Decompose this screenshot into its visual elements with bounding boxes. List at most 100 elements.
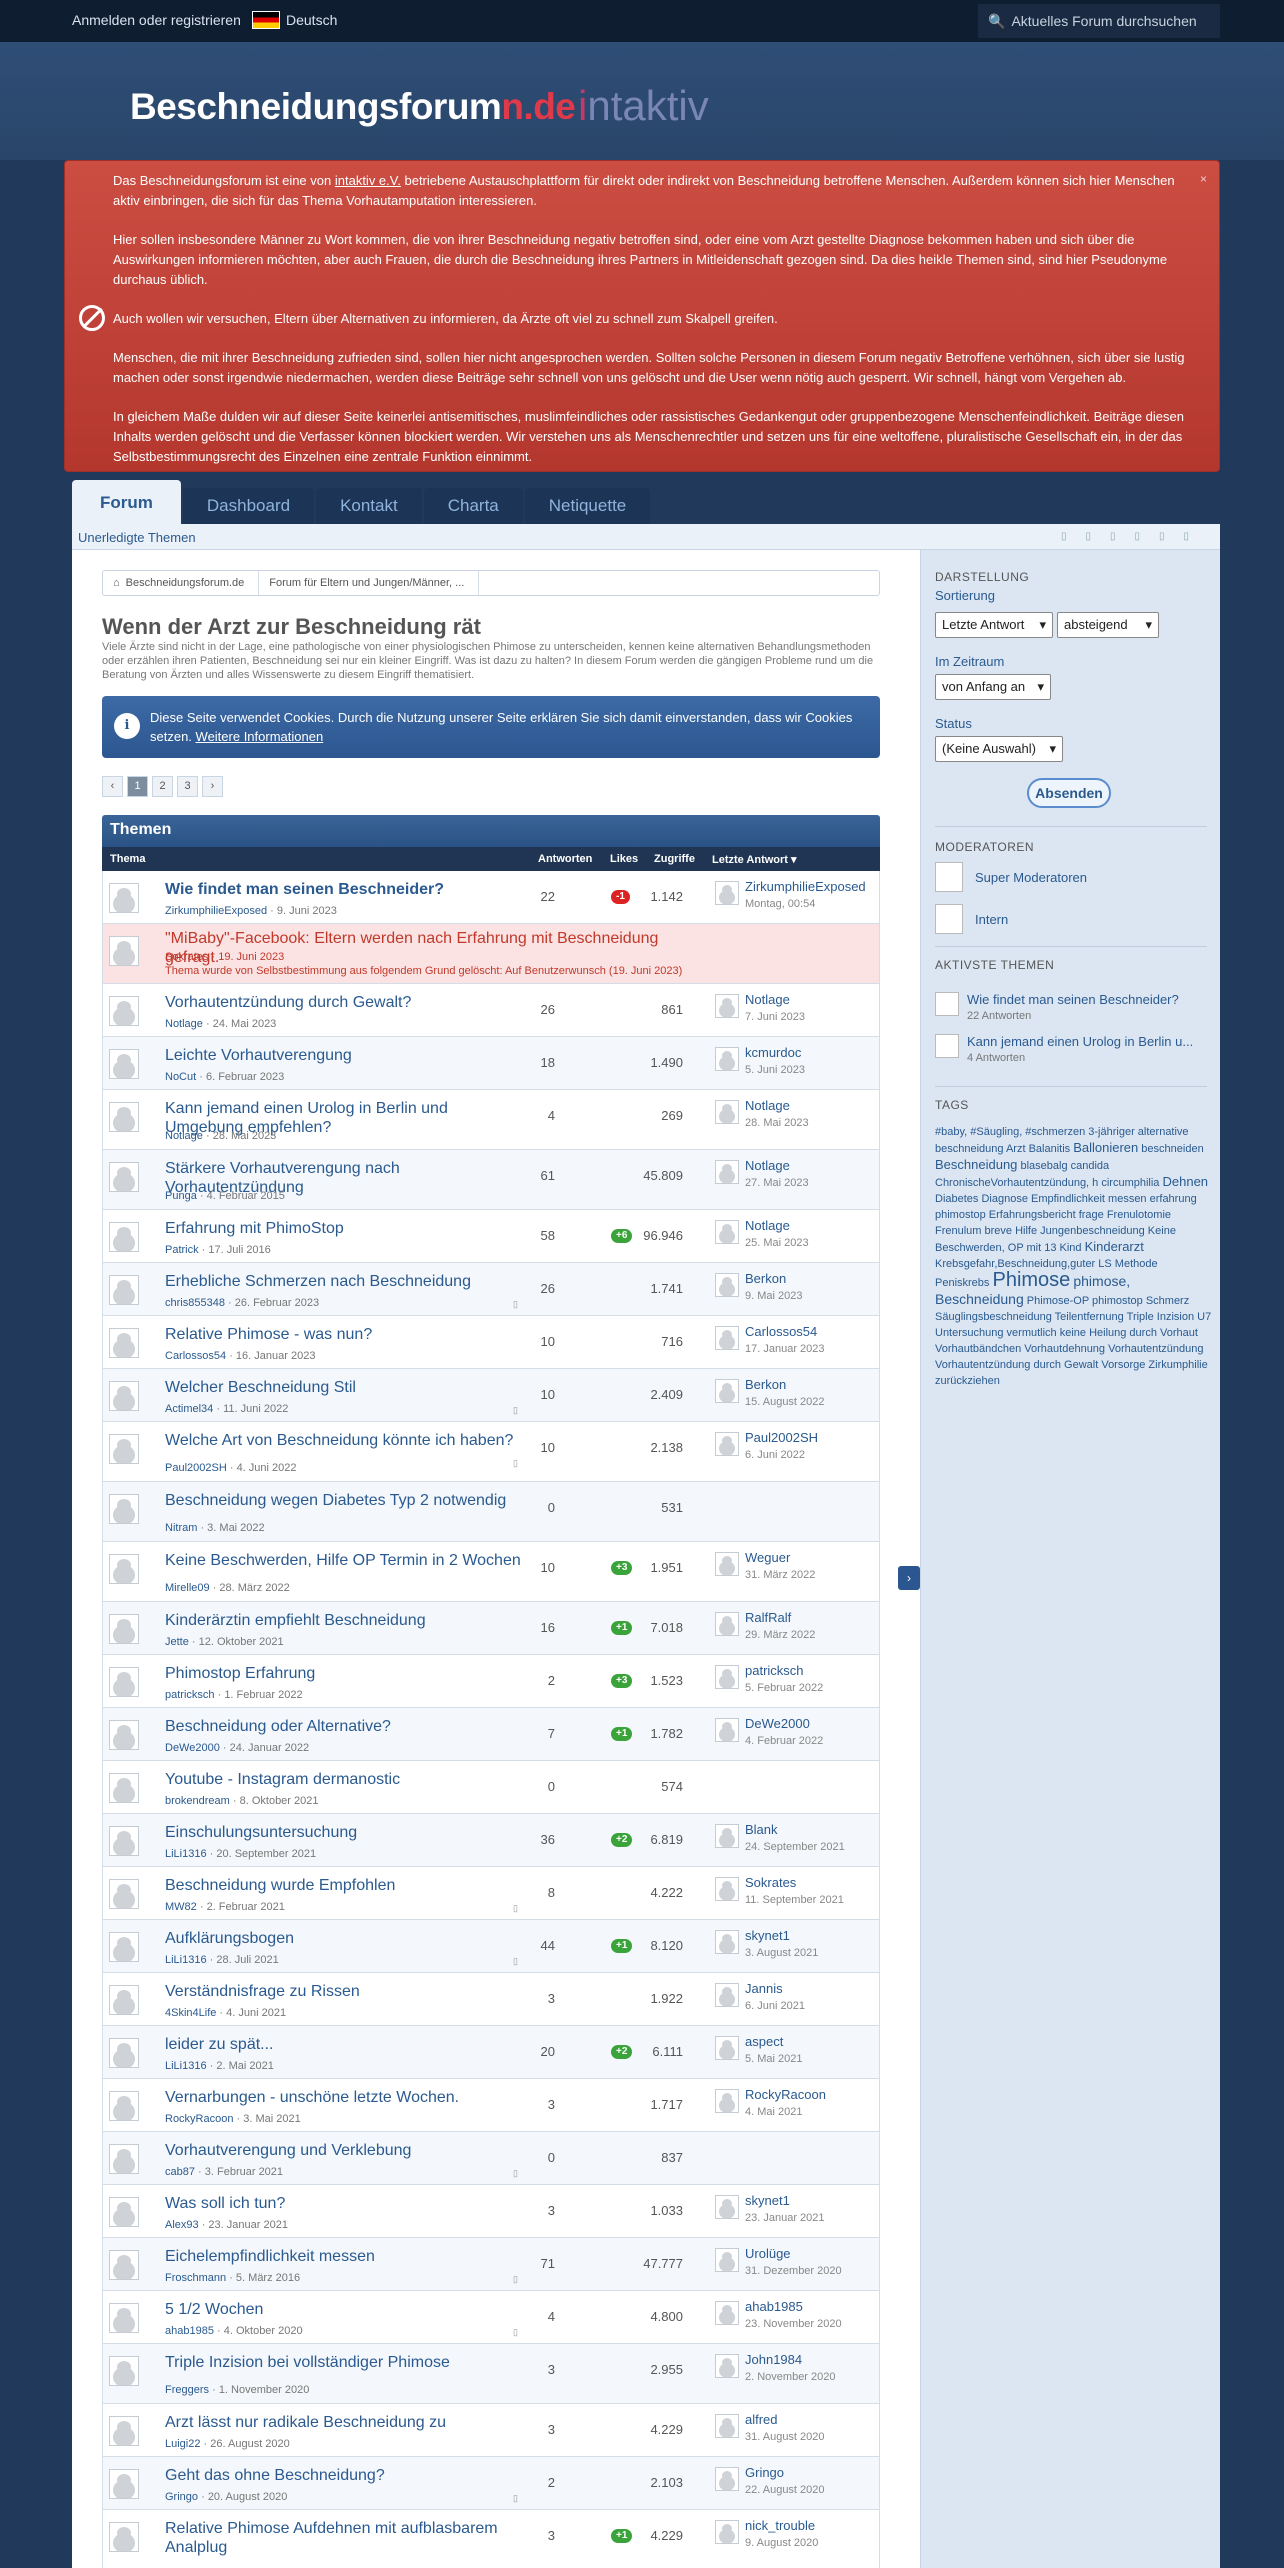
last-post-date[interactable]: 6. Juni 2022 xyxy=(745,1449,805,1461)
intaktiv-link[interactable]: intaktiv e.V. xyxy=(335,173,401,188)
last-poster[interactable]: alfred xyxy=(745,2412,778,2427)
table-row[interactable]: Vernarbungen - unschöne letzte Wochen. Ro… xyxy=(102,2079,880,2132)
avatar[interactable] xyxy=(715,1432,739,1456)
table-row[interactable]: Leichte Vorhautverengung NoCut · 6. Febru… xyxy=(102,1037,880,1090)
avatar[interactable] xyxy=(109,2091,139,2121)
last-poster[interactable]: aspect xyxy=(745,2034,783,2049)
thread-title[interactable]: Beschneidung wegen Diabetes Typ 2 notwen… xyxy=(165,1491,525,1510)
avatar[interactable] xyxy=(715,2089,739,2113)
avatar[interactable] xyxy=(109,1049,139,1079)
pages-icon[interactable]: ▯ xyxy=(513,2327,518,2338)
avatar[interactable] xyxy=(715,2414,739,2438)
page-2[interactable]: 2 xyxy=(152,776,173,797)
avatar[interactable] xyxy=(715,1326,739,1350)
tag-cloud[interactable]: #baby, #Säugling, #schmerzen 3-jähriger … xyxy=(935,1124,1213,1389)
thread-title[interactable]: Beschneidung wurde Empfohlen xyxy=(165,1876,525,1895)
avatar[interactable] xyxy=(109,1826,139,1856)
table-row[interactable]: Welche Art von Beschneidung könnte ich h… xyxy=(102,1422,880,1482)
table-row[interactable]: Wie findet man seinen Beschneider? Zirkum… xyxy=(102,871,880,924)
status-select[interactable]: (Keine Auswahl) xyxy=(935,736,1063,762)
thread-title[interactable]: Beschneidung oder Alternative? xyxy=(165,1717,525,1736)
avatar[interactable] xyxy=(715,1930,739,1954)
col-letzte-antwort[interactable]: Letzte Antwort ▾ xyxy=(712,853,797,866)
avatar[interactable] xyxy=(109,2250,139,2280)
tab-kontakt[interactable]: Kontakt xyxy=(316,488,422,524)
avatar[interactable] xyxy=(715,1273,739,1297)
thread-title[interactable]: Relative Phimose Aufdehnen mit aufblasba… xyxy=(165,2519,525,2557)
last-poster[interactable]: Notlage xyxy=(745,1218,790,1233)
table-row[interactable]: Phimostop Erfahrung patricksch · 1. Febru… xyxy=(102,1655,880,1708)
pages-icon[interactable]: ▯ xyxy=(513,1299,518,1310)
last-post-date[interactable]: 3. August 2021 xyxy=(745,1947,818,1959)
avatar[interactable] xyxy=(109,883,139,913)
last-poster[interactable]: Notlage xyxy=(745,1158,790,1173)
thread-title[interactable]: Aufklärungsbogen xyxy=(165,1929,525,1948)
table-row[interactable]: Erhebliche Schmerzen nach Beschneidung ch… xyxy=(102,1263,880,1316)
avatar[interactable] xyxy=(715,1877,739,1901)
last-poster[interactable]: Weguer xyxy=(745,1550,790,1565)
avatar[interactable] xyxy=(715,2301,739,2325)
avatar[interactable] xyxy=(109,2038,139,2068)
table-row[interactable]: Verständnisfrage zu Rissen 4Skin4Life · 4… xyxy=(102,1973,880,2026)
last-post-date[interactable]: 22. August 2020 xyxy=(745,2484,825,2496)
search-input[interactable]: 🔍 Aktuelles Forum durchsuchen xyxy=(978,4,1220,38)
thread-title[interactable]: Welche Art von Beschneidung könnte ich h… xyxy=(165,1431,525,1450)
avatar[interactable] xyxy=(109,996,139,1026)
col-zugriffe[interactable]: Zugriffe xyxy=(654,853,695,865)
last-post-date[interactable]: 31. Dezember 2020 xyxy=(745,2265,842,2277)
table-row[interactable]: Eichelempfindlichkeit messen Froschmann ·… xyxy=(102,2238,880,2291)
table-row[interactable]: Arzt lässt nur radikale Beschneidung zu L… xyxy=(102,2404,880,2457)
thread-title[interactable]: Verständnisfrage zu Rissen xyxy=(165,1982,525,2001)
avatar[interactable] xyxy=(109,2197,139,2227)
thread-title[interactable]: Triple Inzision bei vollständiger Phimos… xyxy=(165,2353,525,2372)
cookie-info-link[interactable]: Weitere Informationen xyxy=(196,729,324,744)
table-row[interactable]: Relative Phimose - was nun? Carlossos54 ·… xyxy=(102,1316,880,1369)
last-post-date[interactable]: 9. Mai 2023 xyxy=(745,1290,802,1302)
table-row[interactable]: Relative Phimose Aufdehnen mit aufblasba… xyxy=(102,2510,880,2568)
thread-title[interactable]: Kinderärztin empfiehlt Beschneidung xyxy=(165,1611,525,1630)
pages-icon[interactable]: ▯ xyxy=(513,1458,518,1469)
thread-title[interactable]: 5 1/2 Wochen xyxy=(165,2300,525,2319)
last-poster[interactable]: RalfRalf xyxy=(745,1610,791,1625)
thread-title[interactable]: Vorhautentzündung durch Gewalt? xyxy=(165,993,525,1012)
avatar[interactable] xyxy=(109,2416,139,2446)
col-likes[interactable]: Likes xyxy=(610,853,638,865)
avatar[interactable] xyxy=(715,2354,739,2378)
avatar[interactable] xyxy=(109,1720,139,1750)
page-prev[interactable]: ‹ xyxy=(102,776,123,797)
avatar[interactable] xyxy=(715,1160,739,1184)
col-antworten[interactable]: Antworten xyxy=(538,853,592,865)
table-row[interactable]: Beschneidung oder Alternative? DeWe2000 ·… xyxy=(102,1708,880,1761)
last-post-date[interactable]: 5. Mai 2021 xyxy=(745,2053,802,2065)
last-post-date[interactable]: 23. Januar 2021 xyxy=(745,2212,825,2224)
pages-icon[interactable]: ▯ xyxy=(513,2274,518,2285)
last-poster[interactable]: skynet1 xyxy=(745,1928,790,1943)
last-poster[interactable]: nick_trouble xyxy=(745,2518,815,2533)
last-poster[interactable]: patricksch xyxy=(745,1663,804,1678)
last-post-date[interactable]: 9. August 2020 xyxy=(745,2537,818,2549)
last-poster[interactable]: Jannis xyxy=(745,1981,783,1996)
table-row[interactable]: Stärkere Vorhautverengung nach Vorhauten… xyxy=(102,1150,880,1210)
table-row[interactable]: Einschulungsuntersuchung LiLi1316 · 20. S… xyxy=(102,1814,880,1867)
last-post-date[interactable]: Montag, 00:54 xyxy=(745,898,815,910)
avatar[interactable] xyxy=(109,1222,139,1252)
last-poster[interactable]: Notlage xyxy=(745,1098,790,1113)
last-poster[interactable]: Sokrates xyxy=(745,1875,796,1890)
avatar[interactable] xyxy=(109,936,139,966)
sort-field-select[interactable]: Letzte Antwort xyxy=(935,612,1053,638)
table-row[interactable]: Vorhautverengung und Verklebung cab87 · 3… xyxy=(102,2132,880,2185)
last-poster[interactable]: kcmurdoc xyxy=(745,1045,801,1060)
avatar[interactable] xyxy=(109,1102,139,1132)
last-poster[interactable]: John1984 xyxy=(745,2352,802,2367)
last-poster[interactable]: Carlossos54 xyxy=(745,1324,817,1339)
last-post-date[interactable]: 27. Mai 2023 xyxy=(745,1177,809,1189)
thread-title[interactable]: Was soll ich tun? xyxy=(165,2194,525,2213)
intaktiv-logo[interactable]: intaktiv xyxy=(578,82,709,130)
thread-title[interactable]: Vorhautverengung und Verklebung xyxy=(165,2141,525,2160)
last-poster[interactable]: ZirkumphilieExposed xyxy=(745,879,866,894)
avatar[interactable] xyxy=(715,1220,739,1244)
avatar[interactable] xyxy=(715,994,739,1018)
avatar[interactable] xyxy=(109,1773,139,1803)
last-post-date[interactable]: 6. Juni 2021 xyxy=(745,2000,805,2012)
table-row[interactable]: Triple Inzision bei vollständiger Phimos… xyxy=(102,2344,880,2404)
